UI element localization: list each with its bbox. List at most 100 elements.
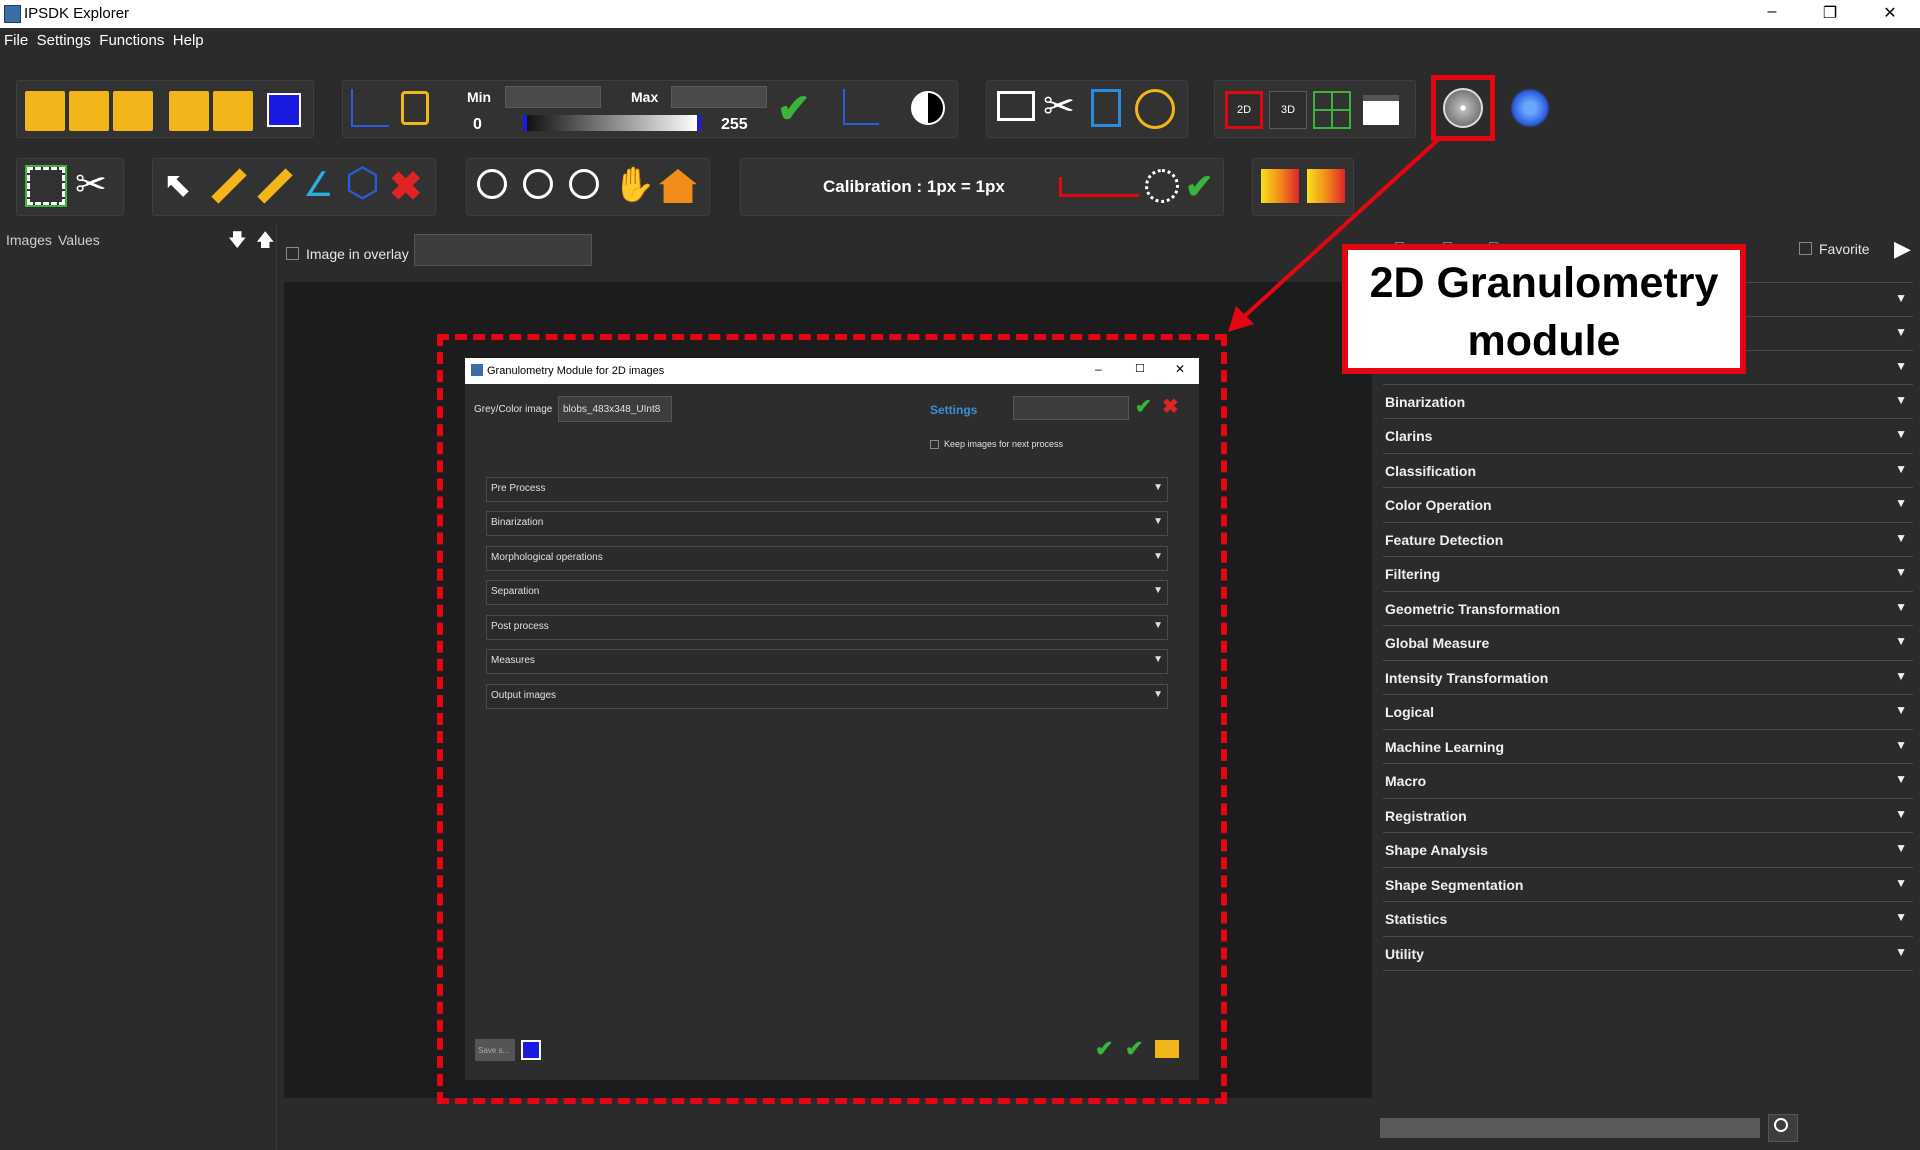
chevron-down-icon: ▼ xyxy=(1895,807,1907,821)
ruler-table-icon[interactable] xyxy=(257,168,293,204)
view-3d-button[interactable]: 3D xyxy=(1269,91,1307,129)
section-intensity-transformation[interactable]: Intensity Transformation ▼ xyxy=(1383,660,1913,694)
ruler-icon[interactable] xyxy=(211,168,247,204)
invert-icon[interactable] xyxy=(911,91,945,125)
section-feature-detection[interactable]: Feature Detection ▼ xyxy=(1383,522,1913,556)
favorite-checkbox[interactable] xyxy=(1799,242,1812,255)
section-label: Logical xyxy=(1385,704,1435,720)
move-down-icon[interactable]: 🡇 xyxy=(228,228,247,258)
contrast-toolbar: Min Max 0 255 ✔ xyxy=(342,80,958,138)
open-folder-icon[interactable] xyxy=(25,91,65,131)
function-search-input[interactable] xyxy=(1380,1118,1760,1138)
section-label: Utility xyxy=(1385,946,1424,962)
menu-settings[interactable]: Settings xyxy=(37,32,91,49)
section-label: Clarins xyxy=(1385,428,1433,444)
section-global-measure[interactable]: Global Measure ▼ xyxy=(1383,625,1913,659)
close-button[interactable]: ✕ xyxy=(1870,3,1910,23)
pointer-icon[interactable]: ⬉ xyxy=(163,165,203,205)
open-raw-icon[interactable] xyxy=(69,91,109,131)
calibration-ruler-icon[interactable] xyxy=(1059,177,1139,197)
section-shape-segmentation[interactable]: Shape Segmentation ▼ xyxy=(1383,867,1913,901)
section-classification[interactable]: Classification ▼ xyxy=(1383,453,1913,487)
zoom-in-icon[interactable] xyxy=(523,169,553,199)
dialog-highlight-frame xyxy=(437,334,1227,1104)
section-label: Geometric Transformation xyxy=(1385,601,1561,617)
tab-values[interactable]: Values xyxy=(58,232,100,248)
max-input[interactable] xyxy=(671,86,767,108)
minimize-button[interactable]: – xyxy=(1752,3,1792,21)
section-logical[interactable]: Logical ▼ xyxy=(1383,694,1913,728)
view-2d-button[interactable]: 2D xyxy=(1225,91,1263,129)
zoom-out-icon[interactable] xyxy=(569,169,599,199)
open-database-icon[interactable] xyxy=(113,91,153,131)
section-label: Intensity Transformation xyxy=(1385,670,1549,686)
polygon-icon[interactable]: ⬡ xyxy=(345,163,385,203)
callout-line-1: 2D Granulometry xyxy=(1369,259,1719,307)
search-icon xyxy=(1774,1118,1788,1132)
chevron-down-icon: ▼ xyxy=(1895,772,1907,786)
document-search-icon[interactable] xyxy=(1091,89,1121,127)
app-icon xyxy=(4,5,21,23)
add-folder-icon[interactable] xyxy=(169,91,209,131)
curve-icon[interactable] xyxy=(843,89,879,125)
save-icon[interactable] xyxy=(267,93,301,127)
zoom-fit-icon[interactable] xyxy=(477,169,507,199)
overlay-checkbox[interactable] xyxy=(286,247,299,260)
overlay-select[interactable] xyxy=(414,234,592,266)
tools-icon[interactable]: ✂ xyxy=(1043,87,1083,127)
section-clarins[interactable]: Clarins ▼ xyxy=(1383,418,1913,452)
section-macro[interactable]: Macro ▼ xyxy=(1383,763,1913,797)
calibration-label: Calibration : 1px = 1px xyxy=(823,177,1005,196)
section-color-operation[interactable]: Color Operation ▼ xyxy=(1383,487,1913,521)
scissors-icon[interactable]: ✂ xyxy=(75,165,115,205)
measure-toolbar: ⬉ ∠ ⬡ ✖ xyxy=(152,158,436,216)
overlay-label: Image in overlay xyxy=(306,246,409,262)
play-icon[interactable]: ▶ xyxy=(1894,236,1911,262)
histogram-icon[interactable] xyxy=(351,89,389,127)
chevron-down-icon: ▼ xyxy=(1895,393,1907,407)
max-value: 255 xyxy=(721,116,748,133)
search-button[interactable] xyxy=(1768,1114,1798,1142)
section-machine-learning[interactable]: Machine Learning ▼ xyxy=(1383,729,1913,763)
menu-file[interactable]: File xyxy=(4,32,28,49)
section-registration[interactable]: Registration ▼ xyxy=(1383,798,1913,832)
restore-button[interactable]: ❐ xyxy=(1810,3,1850,23)
chevron-down-icon: ▼ xyxy=(1895,462,1907,476)
brain-icon[interactable] xyxy=(1135,89,1175,129)
chevron-down-icon: ▼ xyxy=(1895,634,1907,648)
menu-help[interactable]: Help xyxy=(173,32,204,49)
max-label: Max xyxy=(631,89,659,105)
chevron-down-icon: ▼ xyxy=(1895,531,1907,545)
granulometry-2d-icon[interactable] xyxy=(1443,88,1483,128)
calibration-settings-icon[interactable] xyxy=(1145,169,1179,203)
lock-icon[interactable] xyxy=(401,91,429,125)
chevron-down-icon: ▼ xyxy=(1895,427,1907,441)
chevron-down-icon: ▼ xyxy=(1895,291,1907,305)
monitor-icon[interactable] xyxy=(997,91,1035,121)
granulometry-3d-icon[interactable] xyxy=(1510,88,1550,128)
selection-icon[interactable] xyxy=(25,165,67,207)
apply-contrast-icon[interactable]: ✔ xyxy=(777,89,811,129)
min-input[interactable] xyxy=(505,86,601,108)
section-geometric-transformation[interactable]: Geometric Transformation ▼ xyxy=(1383,591,1913,625)
section-shape-analysis[interactable]: Shape Analysis ▼ xyxy=(1383,832,1913,866)
angle-icon[interactable]: ∠ xyxy=(303,165,343,205)
chevron-down-icon: ▼ xyxy=(1895,841,1907,855)
grid-view-icon[interactable] xyxy=(1313,91,1351,129)
home-icon[interactable] xyxy=(659,169,697,203)
delete-shapes-icon[interactable]: ✖ xyxy=(389,167,423,207)
pan-hand-icon[interactable]: ✋ xyxy=(613,165,655,205)
tab-images[interactable]: Images xyxy=(6,232,52,248)
clapper-icon[interactable] xyxy=(1363,95,1399,125)
move-up-icon[interactable]: 🡅 xyxy=(256,228,275,258)
section-utility[interactable]: Utility ▼ xyxy=(1383,936,1913,971)
section-statistics[interactable]: Statistics ▼ xyxy=(1383,901,1913,935)
add-database-icon[interactable] xyxy=(213,91,253,131)
section-binarization[interactable]: Binarization ▼ xyxy=(1383,384,1913,418)
menu-functions[interactable]: Functions xyxy=(99,32,164,49)
chevron-down-icon: ▼ xyxy=(1895,359,1907,373)
zoom-toolbar: ✋ xyxy=(466,158,710,216)
contrast-slider[interactable] xyxy=(523,115,701,131)
section-filtering[interactable]: Filtering ▼ xyxy=(1383,556,1913,590)
calibration-apply-icon[interactable]: ✔ xyxy=(1185,167,1214,207)
